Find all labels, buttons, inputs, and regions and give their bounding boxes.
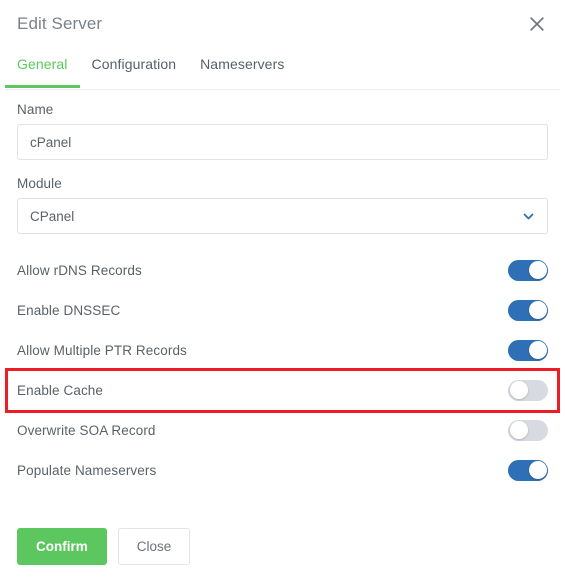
module-field-group: Module CPanel	[17, 176, 548, 234]
tab-configuration-label: Configuration	[91, 56, 177, 72]
form-body: Name Module CPanel	[0, 90, 565, 234]
confirm-button[interactable]: Confirm	[17, 528, 107, 565]
toggle-knob	[528, 461, 547, 479]
close-button[interactable]: Close	[117, 528, 191, 565]
module-field-label: Module	[17, 176, 62, 191]
toggle-knob	[528, 341, 547, 359]
toggle-knob	[528, 261, 547, 279]
toggle-knob	[528, 301, 547, 319]
toggle-row-allow-rdns-records: Allow rDNS Records	[17, 250, 548, 290]
chevron-down-icon	[522, 210, 535, 223]
toggle-overwrite-soa-record[interactable]	[508, 419, 548, 441]
toggle-label-enable-dnssec: Enable DNSSEC	[17, 302, 121, 318]
toggle-allow-rdns-records[interactable]	[508, 259, 548, 281]
dialog-footer: Confirm Close	[0, 515, 565, 578]
tab-divider	[5, 89, 560, 90]
tab-general[interactable]: General	[5, 48, 80, 88]
module-select-value: CPanel	[30, 208, 75, 224]
module-select[interactable]: CPanel	[17, 198, 548, 234]
toggle-row-allow-multiple-ptr-records: Allow Multiple PTR Records	[17, 330, 548, 370]
tab-general-label: General	[17, 56, 68, 72]
toggle-row-enable-cache: Enable Cache	[17, 370, 548, 410]
toggle-allow-multiple-ptr-records[interactable]	[508, 339, 548, 361]
name-field-label: Name	[17, 102, 54, 117]
tab-nameservers-label: Nameservers	[200, 56, 285, 72]
toggle-label-overwrite-soa-record: Overwrite SOA Record	[17, 422, 156, 438]
page-title: Edit Server	[17, 14, 103, 33]
toggle-row-populate-nameservers: Populate Nameservers	[17, 450, 548, 490]
name-field-group: Name	[17, 102, 548, 160]
toggle-row-overwrite-soa-record: Overwrite SOA Record	[17, 410, 548, 450]
close-icon[interactable]	[526, 13, 548, 35]
toggle-enable-dnssec[interactable]	[508, 299, 548, 321]
toggle-populate-nameservers[interactable]	[508, 459, 548, 481]
name-input[interactable]	[17, 124, 548, 160]
toggle-label-allow-rdns-records: Allow rDNS Records	[17, 262, 142, 278]
toggle-enable-cache[interactable]	[508, 379, 548, 401]
toggle-label-allow-multiple-ptr-records: Allow Multiple PTR Records	[17, 342, 187, 358]
toggle-label-enable-cache: Enable Cache	[17, 382, 104, 398]
tab-nameservers[interactable]: Nameservers	[188, 48, 296, 72]
modal-header: Edit Server	[0, 0, 565, 48]
toggle-row-enable-dnssec: Enable DNSSEC	[17, 290, 548, 330]
toggle-knob	[509, 381, 528, 399]
settings-toggle-list: Allow rDNS Records Enable DNSSEC Allow M…	[0, 250, 565, 490]
tab-configuration[interactable]: Configuration	[80, 48, 189, 72]
tab-bar: General Configuration Nameservers	[0, 48, 565, 90]
toggle-label-populate-nameservers: Populate Nameservers	[17, 462, 157, 478]
toggle-knob	[509, 421, 528, 439]
